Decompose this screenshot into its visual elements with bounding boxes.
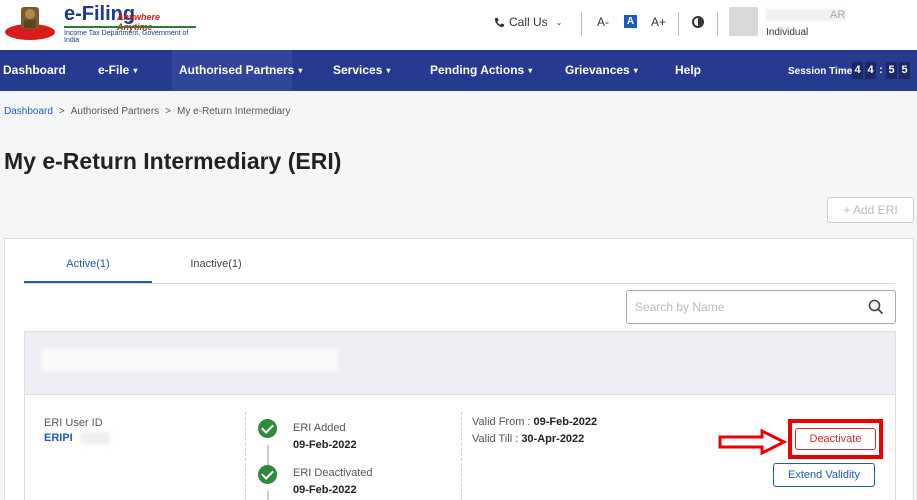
- valid-till-value: 30-Apr-2022: [521, 433, 585, 445]
- efiling-logo[interactable]: e-Filing Anywhere Anytime Income Tax Dep…: [4, 3, 196, 44]
- breadcrumb-authorised-partners[interactable]: Authorised Partners: [71, 106, 159, 117]
- page-title: My e-Return Intermediary (ERI): [4, 148, 342, 174]
- eri-added-date: 09-Feb-2022: [293, 439, 357, 451]
- eri-added-label: ERI Added: [293, 422, 346, 434]
- phone-icon: [494, 17, 505, 27]
- breadcrumb-separator: >: [58, 106, 65, 117]
- contrast-toggle-icon[interactable]: [692, 16, 704, 28]
- check-circle-icon: [258, 465, 277, 484]
- breadcrumb: Dashboard > Authorised Partners > My e-R…: [4, 106, 290, 117]
- font-decrease-button[interactable]: A-: [597, 15, 609, 29]
- font-increase-button[interactable]: A+: [651, 15, 666, 29]
- session-digit: 4: [865, 62, 876, 79]
- chevron-down-icon: ▾: [133, 66, 138, 75]
- search-input[interactable]: [627, 291, 863, 323]
- eri-user-id-redacted: [80, 432, 110, 444]
- nav-dashboard[interactable]: Dashboard: [3, 50, 66, 91]
- eri-card-header: [25, 332, 895, 395]
- header-divider: [678, 12, 679, 36]
- check-circle-icon: [258, 419, 277, 438]
- header-divider: [717, 12, 718, 36]
- annotation-arrow-icon: [718, 429, 788, 455]
- session-digit: 5: [899, 62, 910, 79]
- search-icon[interactable]: [868, 299, 884, 315]
- valid-till-label: Valid Till :: [472, 433, 522, 445]
- session-digit: 4: [852, 62, 863, 79]
- header-divider: [581, 12, 582, 36]
- eri-card: ERI User ID ERIPI ERI Added 09-Feb-2022 …: [24, 331, 896, 500]
- logo-divider: [64, 26, 196, 28]
- eri-deactivated-date: 09-Feb-2022: [293, 484, 357, 496]
- chevron-down-icon: ▾: [633, 66, 638, 75]
- tab-divider: [24, 283, 895, 284]
- main-nav: Dashboard e-File ▾ Authorised Partners ▾ S…: [0, 50, 917, 91]
- eri-deactivated-label: ERI Deactivated: [293, 467, 373, 479]
- session-colon: :: [879, 64, 883, 76]
- nav-help[interactable]: Help: [675, 50, 701, 91]
- chevron-down-icon: ⌄: [555, 17, 563, 27]
- call-us-menu[interactable]: Call Us ⌄: [494, 15, 562, 29]
- timeline-line: [267, 491, 269, 500]
- valid-from-label: Valid From :: [472, 416, 534, 428]
- logo-subtitle: Income Tax Department, Government of Ind…: [64, 30, 189, 44]
- chevron-down-icon: ▾: [528, 66, 533, 75]
- nav-efile[interactable]: e-File ▾: [98, 50, 137, 91]
- nav-grievances[interactable]: Grievances ▾: [565, 50, 638, 91]
- nav-services[interactable]: Services ▾: [333, 50, 390, 91]
- eri-user-id-label: ERI User ID: [44, 417, 103, 429]
- tab-inactive[interactable]: Inactive(1): [152, 258, 280, 270]
- breadcrumb-current: My e-Return Intermediary: [177, 106, 291, 117]
- nav-authorised-partners[interactable]: Authorised Partners ▾: [172, 50, 302, 91]
- session-digit: 5: [886, 62, 897, 79]
- user-name-suffix[interactable]: AR: [830, 9, 845, 21]
- emblem-icon: [5, 7, 55, 40]
- extend-validity-button[interactable]: Extend Validity: [773, 463, 875, 487]
- valid-from: Valid From : 09-Feb-2022: [472, 416, 597, 428]
- column-divider: [245, 412, 246, 500]
- session-time-label: Session Time: [788, 66, 853, 77]
- valid-till: Valid Till : 30-Apr-2022: [472, 433, 584, 445]
- breadcrumb-separator: >: [165, 106, 171, 117]
- eri-panel: Active(1) Inactive(1) ERI User ID ERIPI …: [4, 238, 914, 500]
- breadcrumb-dashboard[interactable]: Dashboard: [4, 106, 53, 117]
- column-divider: [461, 412, 462, 500]
- top-header: e-Filing Anywhere Anytime Income Tax Dep…: [0, 0, 917, 50]
- chevron-down-icon: ▾: [298, 66, 303, 75]
- tab-active[interactable]: Active(1): [24, 258, 152, 270]
- add-eri-button[interactable]: + Add ERI: [827, 197, 914, 223]
- deactivate-button[interactable]: Deactivate: [795, 428, 876, 450]
- font-normal-button[interactable]: A: [624, 15, 637, 28]
- avatar[interactable]: [729, 7, 758, 36]
- call-us-label: Call Us: [509, 15, 548, 29]
- valid-from-value: 09-Feb-2022: [533, 416, 598, 428]
- chevron-down-icon: ▾: [386, 66, 391, 75]
- logo-tagline: Anywhere Anytime: [117, 12, 161, 32]
- session-timer: 4 4 : 5 5: [852, 62, 910, 79]
- user-type: Individual: [766, 27, 809, 38]
- nav-pending-actions[interactable]: Pending Actions ▾: [430, 50, 532, 91]
- eri-name-redacted: [41, 349, 338, 371]
- search-box: [626, 290, 896, 324]
- eri-user-id-value: ERIPI: [44, 432, 73, 444]
